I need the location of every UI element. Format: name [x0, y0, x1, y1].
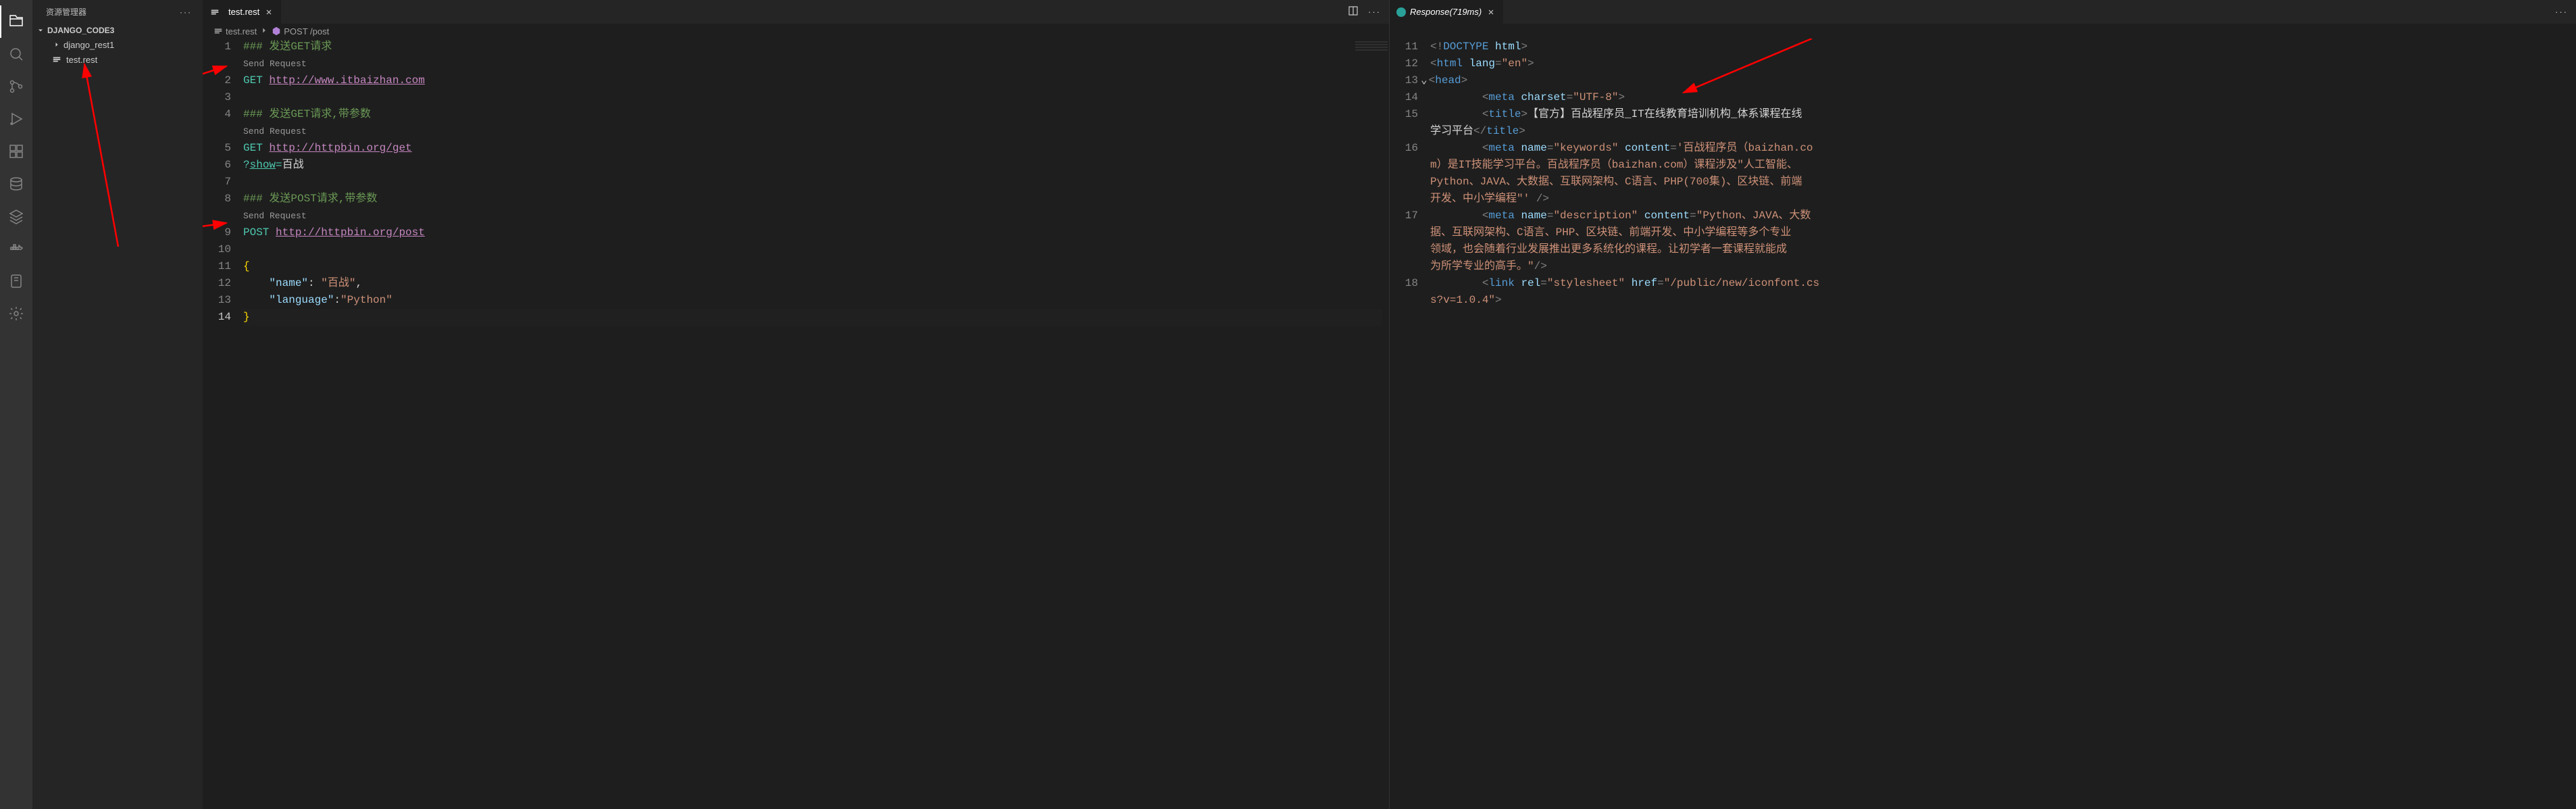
code-line: <html lang="en">	[1430, 55, 2569, 72]
tree-folder-django-rest1[interactable]: django_rest1	[32, 37, 203, 52]
close-icon[interactable]	[1486, 7, 1496, 18]
breadcrumbs[interactable]: test.rest POST /post	[203, 24, 1389, 39]
line-gutter: 1 2 3 4 5 6 7 8 9 10 11 12 13 14	[203, 39, 243, 809]
explorer-icon[interactable]	[0, 5, 32, 38]
settings-icon[interactable]	[0, 297, 32, 330]
line-gutter: 1112131415161718	[1390, 39, 1430, 809]
root-folder-label: DJANGO_CODE3	[47, 26, 114, 35]
chevron-right-icon	[51, 39, 62, 50]
code-line: 领域，也会随着行业发展推出更多系统化的课程。让初学者一套课程就能成	[1430, 241, 2569, 258]
tree-file-test-rest[interactable]: test.rest	[32, 52, 203, 67]
folder-label: django_rest1	[64, 40, 114, 50]
http-url[interactable]: http://httpbin.org/post	[276, 226, 425, 239]
response-viewer[interactable]: 1112131415161718 <!DOCTYPE html><html la…	[1390, 39, 2576, 809]
tabs-actions: ···	[2547, 0, 2576, 24]
json-key: "language"	[269, 294, 334, 306]
http-method: GET	[243, 74, 263, 87]
http-url[interactable]: http://httpbin.org/get	[269, 142, 411, 154]
chevron-right-icon	[259, 26, 269, 37]
tab-label: Response(719ms)	[1410, 7, 1482, 17]
code-content[interactable]: ### 发送GET请求 Send Request GET http://www.…	[243, 39, 1389, 809]
tab-test-rest[interactable]: test.rest	[203, 0, 282, 24]
code-line: <meta charset="UTF-8">	[1430, 89, 2569, 106]
run-debug-icon[interactable]	[0, 103, 32, 135]
send-request-codelens[interactable]: Send Request	[243, 126, 307, 137]
extensions-icon[interactable]	[0, 135, 32, 168]
http-method: POST	[243, 226, 269, 239]
code-comment: ### 发送GET请求	[243, 41, 332, 53]
code-line: ⌄<head>	[1430, 72, 2569, 89]
tabs-bar: Response(719ms) ···	[1390, 0, 2576, 24]
code-line: 学习平台</title>	[1430, 123, 2569, 140]
docker-icon[interactable]	[0, 232, 32, 265]
search-icon[interactable]	[0, 38, 32, 70]
code-comment: ### 发送POST请求,带参数	[243, 193, 377, 205]
sidebar-title: 资源管理器	[46, 6, 86, 18]
source-control-icon[interactable]	[0, 70, 32, 103]
rest-file-icon	[209, 7, 220, 18]
more-actions-icon[interactable]: ···	[1368, 7, 1381, 17]
tab-response[interactable]: Response(719ms)	[1390, 0, 1504, 24]
database-icon[interactable]	[0, 168, 32, 200]
code-line: m）是IT技能学习平台。百战程序员（baizhan.com）课程涉及"人工智能、	[1430, 157, 2569, 174]
code-line: 据、互联网架构、C语言、PHP、区块链、前端开发、中小学编程等多个专业	[1430, 224, 2569, 241]
json-key: "name"	[269, 277, 308, 289]
chevron-down-icon	[35, 25, 46, 36]
code-line: 开发、中小学编程"' />	[1430, 191, 2569, 207]
editor-group-right: Response(719ms) ··· 1112131415161718 <!D…	[1390, 0, 2576, 809]
code-line: Python、JAVA、大数据、互联网架构、C语言、PHP(700集)、区块链、…	[1430, 174, 2569, 191]
sidebar-more-icon[interactable]: ···	[180, 7, 192, 17]
code-line: <title>【官方】百战程序员_IT在线教育培训机构_体系课程在线	[1430, 106, 2569, 123]
explorer-sidebar: 资源管理器 ··· DJANGO_CODE3 django_rest1 test…	[32, 0, 203, 809]
breadcrumb-file[interactable]: test.rest	[213, 26, 257, 36]
code-line: <!DOCTYPE html>	[1430, 39, 2569, 55]
response-icon	[1396, 7, 1406, 17]
http-method: GET	[243, 142, 263, 154]
rest-file-icon	[51, 54, 62, 65]
sidebar-header: 资源管理器 ···	[32, 0, 203, 24]
code-editor[interactable]: 1 2 3 4 5 6 7 8 9 10 11 12 13 14 ### 发送G…	[203, 39, 1389, 809]
send-request-codelens[interactable]: Send Request	[243, 59, 307, 69]
editor-group-left: test.rest ··· test.rest POST /post 1	[203, 0, 1390, 809]
breadcrumb-symbol[interactable]: POST /post	[272, 26, 329, 36]
split-editor-icon[interactable]	[1348, 5, 1359, 18]
code-line: <meta name="keywords" content='百战程序员（bai…	[1430, 140, 2569, 157]
minimap[interactable]	[1355, 41, 1388, 79]
brace: {	[243, 260, 250, 272]
tab-label: test.rest	[228, 7, 259, 17]
json-value: "百战"	[321, 277, 355, 289]
tabs-bar: test.rest ···	[203, 0, 1389, 24]
code-comment: ### 发送GET请求,带参数	[243, 108, 371, 120]
code-line: s?v=1.0.4">	[1430, 292, 2569, 309]
json-value: "Python"	[340, 294, 393, 306]
file-label: test.rest	[66, 55, 97, 65]
tabs-actions: ···	[1340, 0, 1389, 24]
code-line: <meta name="description" content="Python…	[1430, 207, 2569, 224]
brace: }	[243, 311, 250, 323]
close-icon[interactable]	[263, 7, 274, 18]
send-request-codelens[interactable]: Send Request	[243, 211, 307, 221]
tree-root[interactable]: DJANGO_CODE3	[32, 24, 203, 37]
book-icon[interactable]	[0, 265, 32, 297]
more-actions-icon[interactable]: ···	[2555, 7, 2568, 17]
http-url[interactable]: http://www.itbaizhan.com	[269, 74, 424, 87]
code-content[interactable]: <!DOCTYPE html><html lang="en">⌄<head> <…	[1430, 39, 2576, 809]
code-line: <link rel="stylesheet" href="/public/new…	[1430, 275, 2569, 292]
activity-bar	[0, 0, 32, 809]
layers-icon[interactable]	[0, 200, 32, 232]
code-line: 为所学专业的高手。"/>	[1430, 258, 2569, 275]
